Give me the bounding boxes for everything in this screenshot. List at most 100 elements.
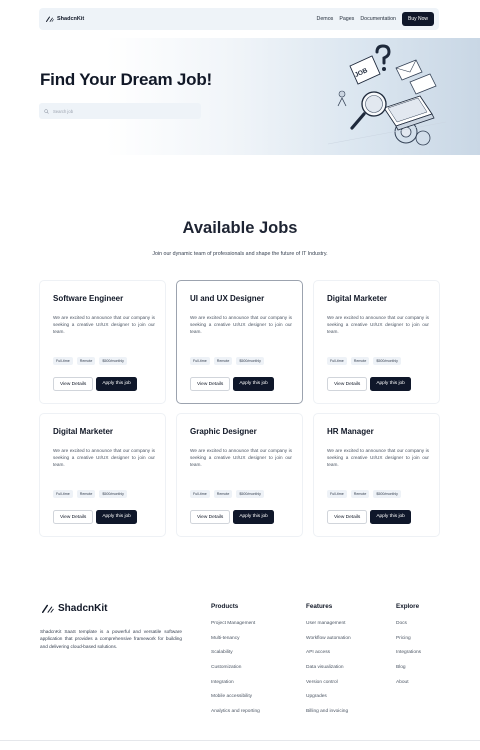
footer-link[interactable]: Pricing [396,636,421,651]
job-tag: Full-time [53,490,73,498]
footer-link[interactable]: Project Management [211,621,260,636]
apply-job-button[interactable]: Apply this job [96,377,137,391]
footer-column-features: Features User management Workflow automa… [306,603,351,724]
job-tag: Remote [76,490,96,498]
job-card-title: Digital Marketer [53,427,114,436]
job-tag: $500/monthly [236,490,264,498]
apply-job-button[interactable]: Apply this job [370,510,411,524]
job-card-description: We are excited to announce that our comp… [53,448,155,468]
job-card-tags: Full-time Remote $500/monthly [190,357,264,365]
search-icon [44,108,49,114]
footer-link[interactable]: API access [306,650,351,665]
nav-links: Demos Pages Documentation Buy Now [317,12,434,26]
search-box[interactable] [39,103,201,119]
job-card[interactable]: UI and UX Designer We are excited to anno… [176,280,303,404]
job-card-actions: View Details Apply this job [190,377,274,391]
job-tag: Remote [213,490,233,498]
top-navbar: ShadcnKit Demos Pages Documentation Buy … [39,8,439,30]
footer-link[interactable]: Integration [211,680,260,695]
job-card[interactable]: Graphic Designer We are excited to announ… [176,413,303,537]
job-card-tags: Full-time Remote $500/monthly [327,357,401,365]
brand-logo[interactable]: ShadcnKit [46,16,84,22]
job-card-description: We are excited to announce that our comp… [327,448,429,468]
footer-link[interactable]: Blog [396,665,421,680]
job-card-actions: View Details Apply this job [327,377,411,391]
buy-now-button[interactable]: Buy Now [401,12,434,26]
footer-link[interactable]: Docs [396,621,421,636]
footer-brand-name: ShadcnKit [58,603,108,614]
footer-description: ShadcnKit SaaS template is a powerful an… [40,629,182,649]
job-tag: $500/monthly [236,357,264,365]
footer-link[interactable]: Scalability [211,650,260,665]
footer-link[interactable]: Integrations [396,650,421,665]
job-tag: $500/monthly [373,357,401,365]
magnifier-icon [350,91,387,130]
footer-link[interactable]: Data visualization [306,665,351,680]
apply-job-button[interactable]: Apply this job [233,510,274,524]
apply-job-button[interactable]: Apply this job [370,377,411,391]
footer-link[interactable]: Upgrades [306,694,351,709]
footer-column-explore: Explore Docs Pricing Integrations Blog A… [396,603,421,694]
envelope-icon [395,59,437,95]
footer-link[interactable]: Billing and invoicing [306,709,351,724]
apply-job-button[interactable]: Apply this job [96,510,137,524]
footer-link[interactable]: Customization [211,665,260,680]
apply-job-button[interactable]: Apply this job [233,377,274,391]
footer-link[interactable]: Multi-tenancy [211,636,260,651]
job-card-actions: View Details Apply this job [327,510,411,524]
job-tag: Full-time [327,490,347,498]
jobs-section-subtitle: Join our dynamic team of professionals a… [152,251,328,257]
job-card-title: Digital Marketer [327,294,388,303]
job-tag: Full-time [190,490,210,498]
search-input[interactable] [53,108,193,114]
job-card-actions: View Details Apply this job [53,510,137,524]
job-card-description: We are excited to announce that our comp… [190,315,292,335]
brand-slash-icon [46,16,54,22]
job-tag: $500/monthly [99,357,127,365]
footer-column-title: Features [306,603,333,610]
job-card-title: Software Engineer [53,294,124,303]
footer-column-title: Products [211,603,239,610]
hero-title: Find Your Dream Job! [40,70,213,89]
job-card[interactable]: HR Manager We are excited to announce tha… [313,413,440,537]
job-card[interactable]: Software Engineer We are excited to annou… [39,280,166,404]
job-card-description: We are excited to announce that our comp… [190,448,292,468]
footer-link[interactable]: Version control [306,680,351,695]
footer-link[interactable]: Mobile accessibility [211,694,260,709]
footer-link[interactable]: Analytics and reporting [211,709,260,724]
job-tag: Remote [350,490,370,498]
view-details-button[interactable]: View Details [327,377,368,391]
view-details-button[interactable]: View Details [53,377,94,391]
job-search-illustration: JOB [328,44,446,146]
footer-link[interactable]: About [396,680,421,695]
job-board-icon: JOB [349,55,381,85]
brand-name: ShadcnKit [57,16,85,22]
view-details-button[interactable]: View Details [327,510,368,524]
job-tag: Full-time [53,357,73,365]
job-card-description: We are excited to announce that our comp… [327,315,429,335]
job-card[interactable]: Digital Marketer We are excited to announ… [39,413,166,537]
footer-column-title: Explore [396,603,420,610]
job-card-actions: View Details Apply this job [190,510,274,524]
job-card-title: HR Manager [327,427,374,436]
job-card[interactable]: Digital Marketer We are excited to announ… [313,280,440,404]
nav-link-documentation[interactable]: Documentation [360,16,396,22]
view-details-button[interactable]: View Details [190,377,231,391]
footer-brand[interactable]: ShadcnKit [42,603,107,614]
brand-slash-icon [42,604,54,613]
view-details-button[interactable]: View Details [190,510,231,524]
nav-link-pages[interactable]: Pages [339,16,354,22]
footer-link[interactable]: Workflow automation [306,636,351,651]
footer-link[interactable]: User management [306,621,351,636]
job-card-tags: Full-time Remote $500/monthly [327,490,401,498]
job-card-description: We are excited to announce that our comp… [53,315,155,335]
job-tag: Full-time [190,357,210,365]
footer-divider [0,740,480,741]
view-details-button[interactable]: View Details [53,510,94,524]
job-card-title: Graphic Designer [190,427,257,436]
job-tag: $500/monthly [99,490,127,498]
nav-link-demos[interactable]: Demos [317,16,334,22]
job-tag: Remote [350,357,370,365]
job-tag: Full-time [327,357,347,365]
laptop-icon [383,95,435,131]
